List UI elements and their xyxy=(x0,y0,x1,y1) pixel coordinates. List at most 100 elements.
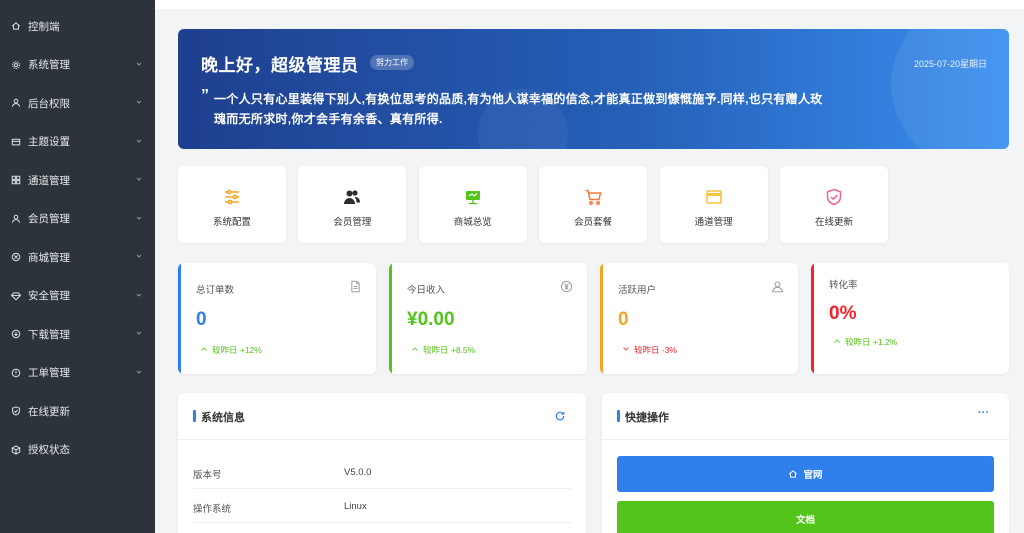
stat-trend-text: 较昨日 -3% xyxy=(634,345,677,355)
chevron-down-icon xyxy=(135,137,155,147)
stat-trend: 较昨日 +1.2% xyxy=(833,336,897,348)
info-value: V5.0.0 xyxy=(344,467,372,478)
cube-icon xyxy=(0,444,28,455)
trend-up-icon xyxy=(411,345,419,355)
home-icon xyxy=(789,470,798,478)
trend-up-icon xyxy=(833,337,841,347)
info-key: 操作系统 xyxy=(193,504,232,515)
stat-title: 总订单数 xyxy=(196,285,235,296)
top-bar xyxy=(155,0,1024,9)
sidebar-item-label: 会员管理 xyxy=(28,213,70,225)
sidebar-item[interactable]: 授权状态 xyxy=(0,431,155,469)
button-label: 文档 xyxy=(795,515,815,526)
stat-trend: 较昨日 -3% xyxy=(622,344,677,356)
quote-text: 一个人只有心里装得下别人,有换位思考的品质,有为他人谋幸福的信念,才能真正做到慷… xyxy=(214,92,823,126)
info-key: 版本号 xyxy=(193,470,222,481)
chevron-down-icon xyxy=(135,329,155,339)
chevron-down-icon xyxy=(135,291,155,301)
alert-icon xyxy=(0,368,28,378)
chevron-down-icon xyxy=(135,252,155,262)
panel-title: 系统信息 xyxy=(201,412,245,424)
sliders-icon xyxy=(223,187,241,207)
docs-button[interactable]: 文档 xyxy=(617,501,994,533)
stat-card: 总订单数 0 较昨日 +12% xyxy=(178,263,376,374)
shortcut-label: 在线更新 xyxy=(814,217,853,228)
stat-trend-text: 较昨日 +12% xyxy=(212,345,262,355)
shortcut-card[interactable]: 会员套餐 xyxy=(539,166,648,243)
official-site-button[interactable]: 官网 xyxy=(617,456,994,492)
sidebar-item[interactable]: 在线更新 xyxy=(0,392,155,430)
stat-accent-bar xyxy=(811,263,814,374)
sidebar-item[interactable]: 商城管理 xyxy=(0,238,155,276)
diamond-icon xyxy=(0,291,28,301)
stat-accent-bar xyxy=(178,263,181,374)
grid-icon xyxy=(0,175,28,185)
shortcut-card[interactable]: 商城总览 xyxy=(418,166,527,243)
chevron-down-icon xyxy=(135,98,155,108)
cart-icon xyxy=(584,187,602,207)
sidebar-item-label: 授权状态 xyxy=(28,444,70,456)
sidebar-item-label: 在线更新 xyxy=(28,405,70,418)
stat-title: 今日收入 xyxy=(407,285,446,296)
yen-icon xyxy=(560,280,573,296)
download-icon xyxy=(0,329,28,339)
quote-mark: ” xyxy=(201,87,209,104)
sidebar-item[interactable]: 下载管理 xyxy=(0,315,155,353)
button-label: 官网 xyxy=(803,470,823,481)
more-icon[interactable]: ··· xyxy=(978,407,989,419)
stat-value: 0% xyxy=(829,303,857,324)
shield-check-icon xyxy=(825,187,843,207)
sidebar-item[interactable]: 会员管理 xyxy=(0,200,155,238)
sidebar-item-label: 主题设置 xyxy=(28,136,70,148)
sidebar-item[interactable]: 后台权限 xyxy=(0,84,155,122)
sidebar-item[interactable]: 工单管理 xyxy=(0,354,155,392)
stat-card: 活跃用户 0 较昨日 -3% xyxy=(600,263,798,374)
sidebar-item-label: 工单管理 xyxy=(28,367,70,379)
chevron-down-icon xyxy=(135,368,155,378)
sidebar-item[interactable]: 系统管理 xyxy=(0,46,155,84)
stat-value: ¥0.00 xyxy=(407,309,455,330)
date-text: 2025-07-20星期日 xyxy=(913,59,987,69)
shortcut-card[interactable]: 通道管理 xyxy=(659,166,768,243)
stat-trend-text: 较昨日 +8.5% xyxy=(423,345,476,355)
panel-header: 快捷操作 ··· xyxy=(602,393,1009,440)
home-icon xyxy=(0,21,28,31)
user-icon xyxy=(0,98,28,108)
stat-trend: 较昨日 +12% xyxy=(200,344,262,356)
sidebar-item-label: 控制端 xyxy=(28,20,60,33)
sidebar-item[interactable]: 通道管理 xyxy=(0,161,155,199)
shortcut-card[interactable]: 在线更新 xyxy=(780,166,888,243)
sidebar-item-label: 系统管理 xyxy=(28,59,70,71)
user-outline-icon xyxy=(771,280,784,296)
shortcut-card[interactable]: 系统配置 xyxy=(178,166,286,243)
trend-down-icon xyxy=(622,345,630,355)
stat-trend: 较昨日 +8.5% xyxy=(411,344,475,356)
users-icon xyxy=(343,187,361,207)
sidebar: 控制端系统管理后台权限主题设置通道管理会员管理商城管理安全管理下载管理工单管理在… xyxy=(0,0,155,533)
chevron-down-icon xyxy=(135,214,155,224)
chevron-down-icon xyxy=(135,175,155,185)
sidebar-item[interactable]: 主题设置 xyxy=(0,123,155,161)
info-row: 操作系统 Linux xyxy=(193,489,571,523)
chevron-down-icon xyxy=(135,60,155,70)
stat-value: 0 xyxy=(196,309,207,330)
quick-actions-panel: 快捷操作 ··· 官网 文档 xyxy=(602,393,1009,533)
sidebar-item[interactable]: 安全管理 xyxy=(0,277,155,315)
shortcut-card[interactable]: 会员管理 xyxy=(298,166,407,243)
circle-x-icon xyxy=(0,252,28,262)
motto-badge: 努力工作 xyxy=(370,55,414,70)
document-icon xyxy=(349,280,362,296)
panel-accent-bar xyxy=(193,410,196,422)
panel-title: 快捷操作 xyxy=(625,412,669,424)
stat-title: 转化率 xyxy=(829,280,858,291)
panel-header: 系统信息 xyxy=(178,393,586,440)
sidebar-item[interactable]: 控制端 xyxy=(0,7,155,45)
refresh-icon[interactable] xyxy=(554,410,566,425)
card-icon xyxy=(0,137,28,147)
sidebar-item-label: 安全管理 xyxy=(28,290,70,302)
trend-up-icon xyxy=(200,345,208,355)
shortcut-label: 系统配置 xyxy=(212,217,251,228)
stat-title: 活跃用户 xyxy=(618,285,657,296)
sidebar-item-label: 后台权限 xyxy=(28,97,70,110)
info-value: Linux xyxy=(344,501,367,512)
